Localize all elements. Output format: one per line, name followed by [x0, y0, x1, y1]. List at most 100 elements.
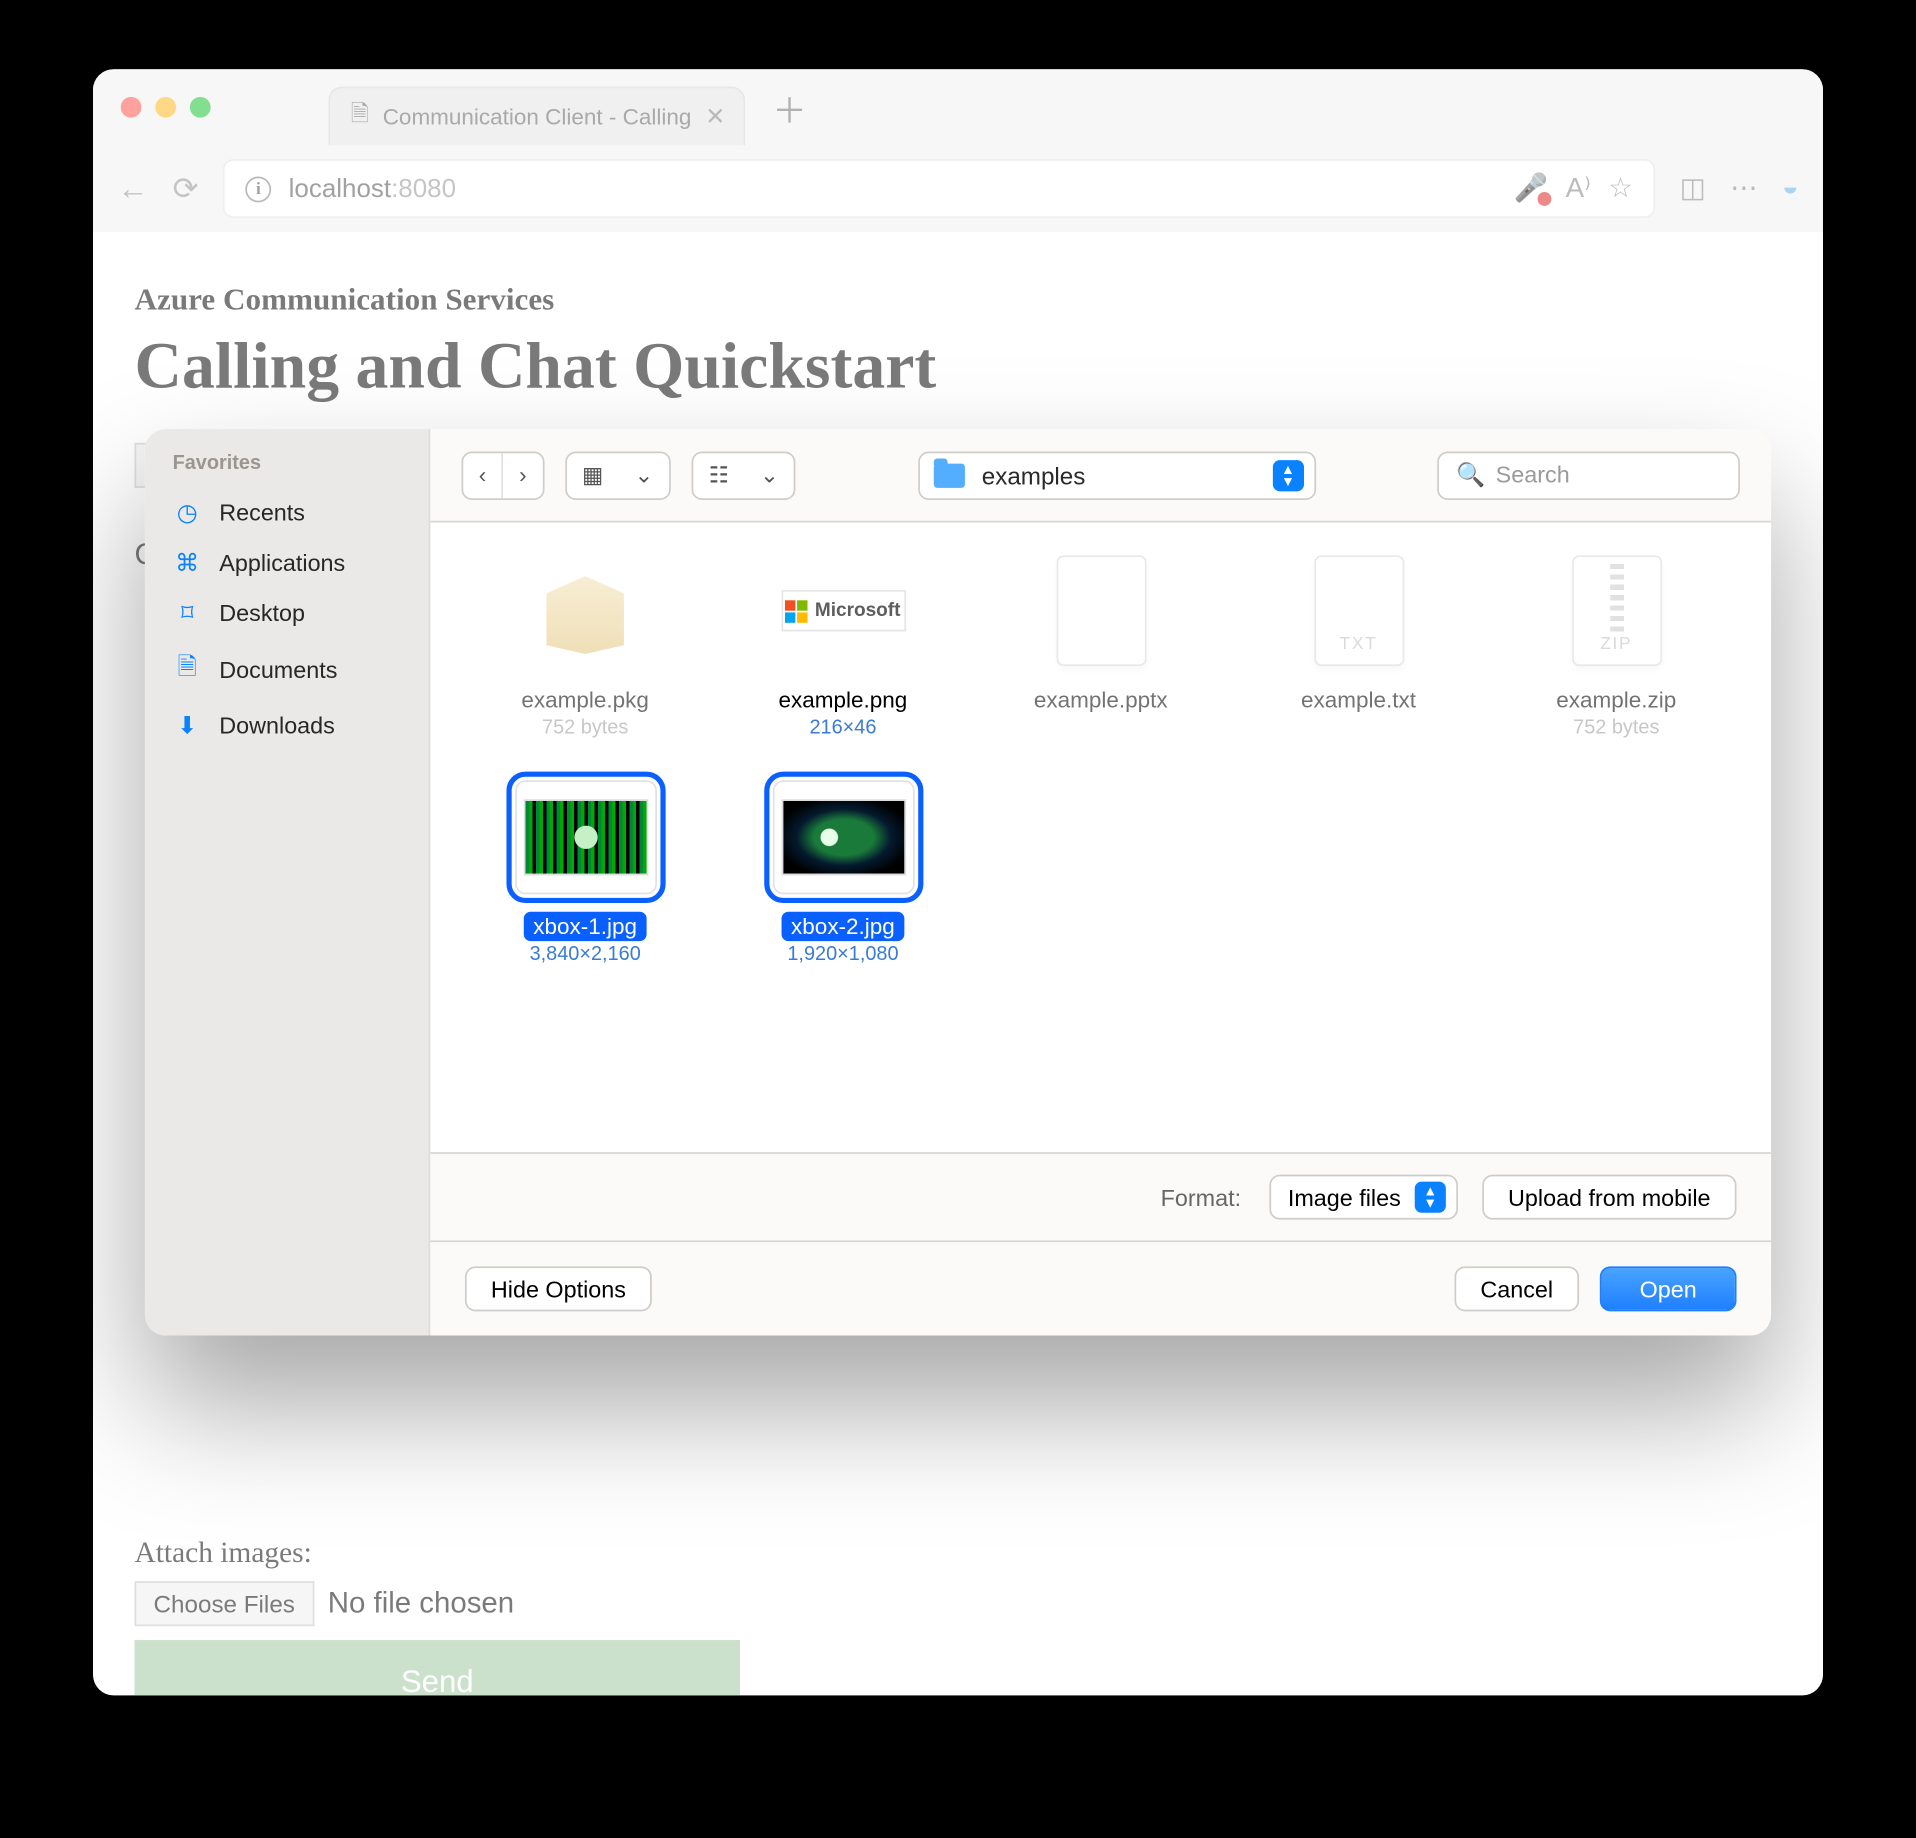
chevron-down-icon: ⌄ [619, 452, 669, 497]
dialog-toolbar: ‹ › ▦ ⌄ ☷ ⌄ examples ▲▼ [430, 429, 1771, 522]
copilot-icon[interactable]: ◒ [1782, 173, 1799, 204]
file-item[interactable]: Microsoft example.png 216×46 [730, 554, 957, 739]
sidebar-item-label: Recents [219, 500, 305, 526]
sidebar-item-documents[interactable]: 🗎 Documents [145, 638, 429, 700]
sidebar-header: Favorites [145, 450, 429, 488]
send-button[interactable]: Send [135, 1640, 741, 1696]
favorite-icon[interactable]: ☆ [1608, 171, 1633, 206]
file-name: example.pptx [1023, 685, 1178, 714]
upload-from-mobile-button[interactable]: Upload from mobile [1482, 1175, 1736, 1220]
new-tab-button[interactable]: ＋ [772, 82, 807, 132]
sidebar-item-label: Applications [219, 550, 345, 576]
site-info-icon[interactable]: i [245, 176, 271, 202]
download-icon: ⬇ [173, 711, 202, 740]
file-grid: example.pkg 752 bytes Microsoft example.png… [430, 522, 1771, 1152]
browser-tab[interactable]: 🗎 Communication Client - Calling ✕ [328, 87, 744, 146]
clock-icon: ◷ [173, 498, 202, 527]
file-meta: 1,920×1,080 [787, 945, 898, 966]
page-icon: 🗎 [351, 98, 369, 136]
folder-name: examples [982, 461, 1086, 489]
file-name: example.zip [1546, 685, 1687, 714]
group-view-icon: ☷ [693, 452, 744, 497]
search-placeholder: Search [1496, 462, 1570, 488]
file-thumbnail: Microsoft [772, 554, 914, 668]
view-group-segment[interactable]: ☷ ⌄ [691, 451, 796, 499]
view-icon-segment[interactable]: ▦ ⌄ [565, 451, 671, 499]
dialog-footer: Hide Options Cancel Open [430, 1240, 1771, 1335]
file-meta: 3,840×2,160 [530, 945, 641, 966]
search-icon: 🔍 [1456, 461, 1485, 489]
file-thumbnail [1288, 554, 1430, 668]
reload-button[interactable]: ⟳ [173, 170, 199, 206]
file-name: example.txt [1291, 685, 1427, 714]
sidebar-item-label: Documents [219, 657, 337, 683]
chevron-down-icon: ⌄ [744, 452, 794, 497]
file-item[interactable]: xbox-1.jpg 3,840×2,160 [472, 780, 699, 965]
search-input[interactable]: 🔍 Search [1437, 451, 1740, 499]
page-subtitle: Azure Communication Services [135, 284, 1782, 315]
format-label: Format: [1161, 1184, 1241, 1210]
file-meta: 752 bytes [542, 718, 628, 739]
file-name: example.pkg [511, 685, 659, 714]
toolbar: ← ⟳ i localhost:8080 🎤 A⁾ ☆ ◫ ⋯ ◒ [93, 145, 1823, 232]
attach-label: Attach images: [135, 1538, 1782, 1567]
apps-icon: ⌘ [173, 548, 202, 577]
file-item[interactable]: example.pptx [987, 554, 1214, 739]
file-item[interactable]: example.txt [1245, 554, 1472, 739]
close-tab-button[interactable]: ✕ [705, 102, 725, 131]
address-bar[interactable]: i localhost:8080 🎤 A⁾ ☆ [223, 159, 1656, 218]
more-icon[interactable]: ⋯ [1730, 171, 1758, 206]
sidebar-item-downloads[interactable]: ⬇ Downloads [145, 701, 429, 751]
nav-back-button[interactable]: ‹ [463, 452, 502, 497]
file-thumbnail [514, 780, 656, 894]
file-name: example.png [768, 685, 918, 714]
file-item[interactable]: xbox-2.jpg 1,920×1,080 [730, 780, 957, 965]
minimize-window-button[interactable] [155, 97, 176, 118]
sidebar: Favorites ◷ Recents ⌘ Applications ⌑ Desktop 🗎… [145, 429, 430, 1336]
file-name: xbox-2.jpg [781, 912, 906, 941]
tab-title: Communication Client - Calling [383, 104, 692, 130]
close-window-button[interactable] [121, 97, 142, 118]
choose-files-button[interactable]: Choose Files [135, 1581, 314, 1626]
address-port: :8080 [391, 174, 456, 203]
browser-window: 🗎 Communication Client - Calling ✕ ＋ ← ⟳… [93, 69, 1823, 1695]
page-title: Calling and Chat Quickstart [135, 332, 1782, 404]
format-bar: Format: Image files ▲▼ Upload from mobil… [430, 1152, 1771, 1240]
sidebar-item-label: Downloads [219, 713, 335, 739]
icon-view-icon: ▦ [566, 452, 618, 497]
file-open-dialog: Favorites ◷ Recents ⌘ Applications ⌑ Desktop 🗎… [145, 429, 1771, 1336]
nav-segment: ‹ › [461, 451, 543, 499]
doc-icon: 🗎 [173, 649, 202, 691]
cancel-button[interactable]: Cancel [1454, 1266, 1579, 1311]
sidebar-item-recents[interactable]: ◷ Recents [145, 488, 429, 538]
window-controls [121, 97, 211, 118]
hide-options-button[interactable]: Hide Options [465, 1266, 652, 1311]
back-button[interactable]: ← [117, 170, 148, 206]
sidebar-item-applications[interactable]: ⌘ Applications [145, 538, 429, 588]
read-aloud-icon[interactable]: A⁾ [1566, 171, 1591, 206]
file-meta: 216×46 [809, 718, 876, 739]
file-thumbnail [1545, 554, 1687, 668]
folder-dropdown[interactable]: examples ▲▼ [918, 451, 1316, 499]
zoom-window-button[interactable] [190, 97, 211, 118]
titlebar: 🗎 Communication Client - Calling ✕ ＋ [93, 69, 1823, 145]
file-item[interactable]: example.pkg 752 bytes [472, 554, 699, 739]
desktop-icon: ⌑ [173, 599, 202, 628]
collections-icon[interactable]: ◫ [1680, 171, 1706, 206]
address-host: localhost [289, 174, 391, 203]
folder-icon [933, 463, 964, 487]
format-dropdown[interactable]: Image files ▲▼ [1269, 1175, 1458, 1220]
file-name: xbox-1.jpg [523, 912, 648, 941]
open-button[interactable]: Open [1600, 1266, 1737, 1311]
sidebar-item-label: Desktop [219, 600, 305, 626]
format-value: Image files [1288, 1184, 1401, 1210]
file-item[interactable]: example.zip 752 bytes [1503, 554, 1730, 739]
file-thumbnail [772, 780, 914, 894]
file-meta: 752 bytes [1573, 718, 1659, 739]
no-file-chosen-label: No file chosen [328, 1589, 514, 1618]
nav-forward-button[interactable]: › [504, 452, 543, 497]
microphone-icon[interactable]: 🎤 [1514, 171, 1548, 206]
updown-icon: ▲▼ [1415, 1182, 1446, 1213]
updown-icon: ▲▼ [1272, 459, 1303, 490]
sidebar-item-desktop[interactable]: ⌑ Desktop [145, 588, 429, 638]
